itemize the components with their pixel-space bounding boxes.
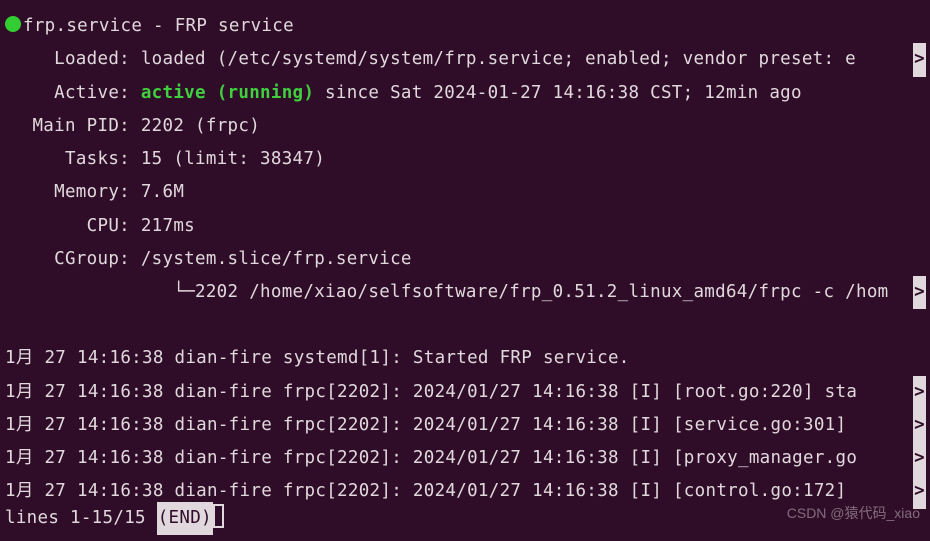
log-line: 1月 27 14:16:38 dian-fire frpc[2202]: 202…: [5, 409, 925, 442]
continuation-icon: >: [913, 43, 926, 76]
active-state: active (running): [141, 83, 314, 103]
memory-value: 7.6M: [141, 182, 184, 202]
mainpid-value: 2202 (frpc): [141, 116, 260, 136]
cpu-row: CPU: 217ms: [5, 210, 925, 243]
log-source: frpc[2202]:: [283, 382, 402, 402]
tasks-value: 15 (limit: 38347): [141, 149, 325, 169]
tasks-row: Tasks: 15 (limit: 38347): [5, 143, 925, 176]
pager-end: (END): [157, 502, 213, 535]
pager-lines: lines 1-15/15: [5, 508, 157, 528]
loaded-value: loaded (/etc/systemd/system/frp.service;…: [141, 49, 856, 69]
continuation-icon: >: [913, 276, 926, 309]
journal-log: 1月 27 14:16:38 dian-fire systemd[1]: Sta…: [5, 342, 925, 508]
active-row: Active: active (running) since Sat 2024-…: [5, 77, 925, 110]
log-message: 2024/01/27 14:16:38 [I] [control.go:172]: [402, 481, 857, 501]
continuation-icon: >: [913, 376, 926, 409]
log-line: 1月 27 14:16:38 dian-fire frpc[2202]: 202…: [5, 442, 925, 475]
log-line: 1月 27 14:16:38 dian-fire frpc[2202]: 202…: [5, 376, 925, 409]
log-message: Started FRP service.: [402, 348, 630, 368]
unit-description: FRP service: [175, 16, 294, 36]
cursor-icon: [213, 504, 224, 528]
watermark: CSDN @猿代码_xiao: [787, 500, 920, 527]
mainpid-row: Main PID: 2202 (frpc): [5, 110, 925, 143]
active-since: since Sat 2024-01-27 14:16:38 CST; 12min…: [314, 83, 802, 103]
unit-header: frp.service - FRP service: [5, 10, 925, 43]
log-prefix: 1月 27 14:16:38 dian-fire: [5, 481, 283, 501]
mainpid-label: Main PID:: [5, 110, 130, 143]
cgroup-row: CGroup: /system.slice/frp.service: [5, 243, 925, 276]
status-dot-icon: [5, 16, 21, 32]
active-label: Active:: [5, 77, 130, 110]
cgroup-process: 2202 /home/xiao/selfsoftware/frp_0.51.2_…: [195, 282, 889, 302]
log-message: 2024/01/27 14:16:38 [I] [root.go:220] st…: [402, 382, 857, 402]
cpu-label: CPU:: [5, 210, 130, 243]
log-prefix: 1月 27 14:16:38 dian-fire: [5, 415, 283, 435]
memory-row: Memory: 7.6M: [5, 176, 925, 209]
cgroup-process-row: └─2202 /home/xiao/selfsoftware/frp_0.51.…: [5, 276, 925, 309]
blank-line: [5, 309, 925, 342]
cpu-value: 217ms: [141, 216, 195, 236]
log-message: 2024/01/27 14:16:38 [I] [service.go:301]: [402, 415, 857, 435]
log-prefix: 1月 27 14:16:38 dian-fire: [5, 448, 283, 468]
unit-name: frp.service: [23, 16, 142, 36]
log-source: frpc[2202]:: [283, 448, 402, 468]
log-message: 2024/01/27 14:16:38 [I] [proxy_manager.g…: [402, 448, 857, 468]
pager-status[interactable]: lines 1-15/15 (END): [5, 502, 224, 535]
continuation-icon: >: [913, 442, 926, 475]
log-prefix: 1月 27 14:16:38 dian-fire: [5, 348, 283, 368]
log-prefix: 1月 27 14:16:38 dian-fire: [5, 382, 283, 402]
tasks-label: Tasks:: [5, 143, 130, 176]
log-source: frpc[2202]:: [283, 415, 402, 435]
log-source: systemd[1]:: [283, 348, 402, 368]
cgroup-value: /system.slice/frp.service: [141, 249, 412, 269]
log-source: frpc[2202]:: [283, 481, 402, 501]
cgroup-label: CGroup:: [5, 243, 130, 276]
log-line: 1月 27 14:16:38 dian-fire systemd[1]: Sta…: [5, 342, 925, 375]
tree-branch-icon: └─: [173, 276, 195, 309]
loaded-row: Loaded: loaded (/etc/systemd/system/frp.…: [5, 43, 925, 76]
memory-label: Memory:: [5, 176, 130, 209]
loaded-label: Loaded:: [5, 43, 130, 76]
continuation-icon: >: [913, 409, 926, 442]
